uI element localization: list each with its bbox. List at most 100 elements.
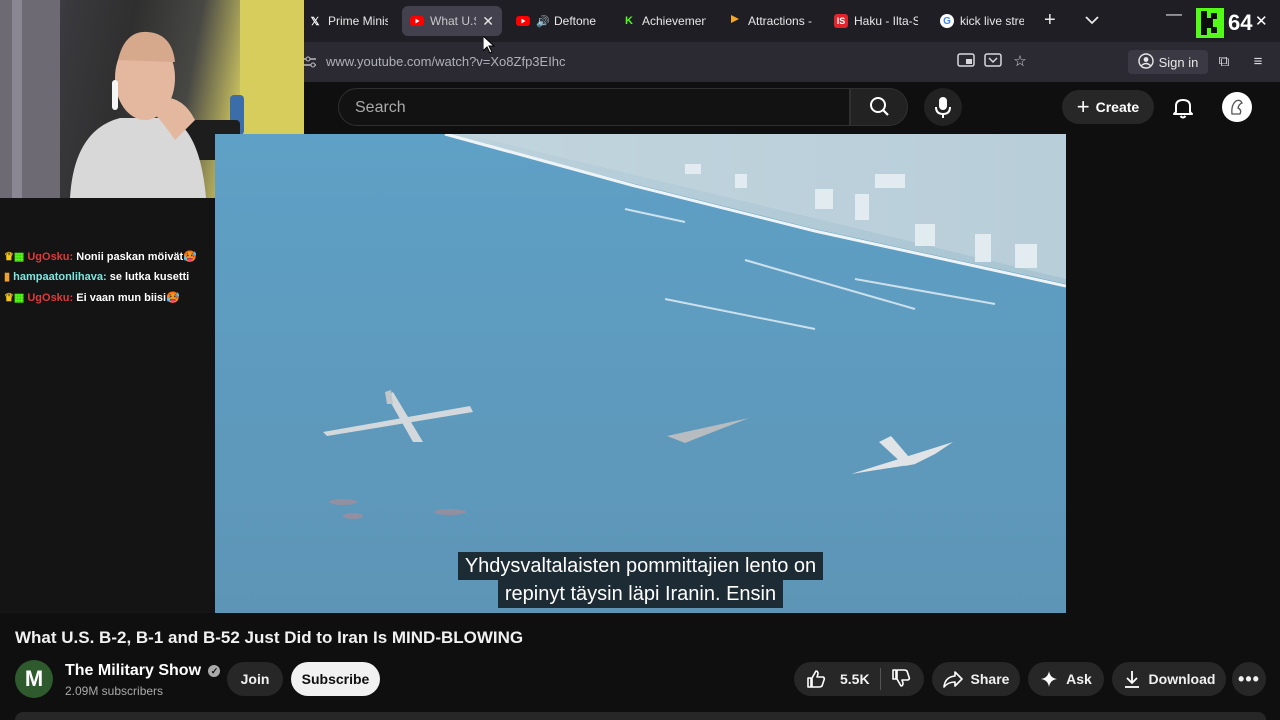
bookmark-star-icon[interactable]: ☆ — [1010, 52, 1030, 72]
tab-youtube-active[interactable]: What U.S ✕ — [402, 6, 502, 36]
join-button[interactable]: Join — [227, 662, 283, 696]
chat-message: ♛▦ UgOsku: Nonii paskan möivät🥵 — [4, 250, 197, 263]
mouse-cursor-icon — [482, 34, 496, 59]
like-button[interactable]: 5.5K — [806, 669, 870, 689]
crown-badge-icon: ♛ — [4, 251, 14, 263]
tab-title: Attractions - — [748, 14, 812, 28]
kick-badge-icon: ▦ — [13, 292, 25, 304]
stream-chat-overlay: ♛▦ UgOsku: Nonii paskan möivät🥵 ▮ hampaa… — [0, 198, 215, 613]
download-button[interactable]: Download — [1112, 662, 1226, 696]
tab-prime-minister[interactable]: 𝕏 Prime Minist — [300, 6, 396, 36]
more-actions-button[interactable]: ••• — [1232, 662, 1266, 696]
description-box[interactable] — [15, 712, 1266, 720]
channel-name-text[interactable]: The Military Show — [65, 662, 201, 679]
tab-title: kick live stre — [960, 14, 1024, 28]
chat-text: Ei vaan mun biisi — [76, 292, 167, 304]
like-dislike-group: 5.5K — [794, 662, 924, 696]
chevron-down-icon[interactable] — [1084, 12, 1100, 30]
create-label: Create — [1095, 99, 1140, 115]
youtube-icon — [516, 14, 530, 28]
divider — [879, 668, 881, 690]
x-icon: 𝕏 — [310, 15, 320, 28]
tab-ilta-sanomat[interactable]: IS Haku - Ilta-S — [826, 6, 926, 36]
picture-in-picture-icon[interactable] — [956, 52, 976, 72]
account-icon — [1137, 52, 1154, 72]
share-icon — [942, 671, 963, 688]
chat-text: se lutka kusetti — [109, 271, 190, 283]
video-player[interactable]: Yhdysvaltalaisten pommittajien lento on … — [215, 134, 1066, 613]
subtitle-line-2: repinyt täysin läpi Iranin. Ensin — [497, 580, 784, 608]
create-button[interactable]: + Create — [1062, 90, 1154, 124]
kick-viewer-count: 64 — [1228, 10, 1253, 35]
subscriber-count: 2.09M subscribers — [65, 684, 164, 698]
tab-title: What U.S — [430, 14, 477, 28]
share-label: Share — [970, 671, 1010, 687]
search-input[interactable] — [343, 89, 837, 127]
google-icon: G — [940, 14, 954, 28]
flag-icon — [728, 14, 742, 28]
notifications-bell-icon[interactable] — [1170, 94, 1196, 120]
join-label: Join — [240, 671, 270, 687]
ask-button[interactable]: Ask — [1028, 662, 1104, 696]
ask-label: Ask — [1066, 671, 1092, 687]
subtitle-line-1: Yhdysvaltalaisten pommittajien lento on — [457, 552, 824, 580]
tab-title: Prime Minist — [328, 14, 388, 28]
channel-avatar[interactable]: M — [15, 660, 53, 698]
new-tab-icon[interactable]: + — [1044, 9, 1056, 32]
tab-deftones[interactable]: 🔊 Deftone — [508, 6, 608, 36]
emoji-icon: 🥵 — [166, 292, 180, 304]
tab-attractions[interactable]: Attractions - — [720, 6, 820, 36]
crown-badge-icon: ♛ — [4, 292, 14, 304]
emoji-icon: 🥵 — [183, 251, 197, 263]
sign-in-label: Sign in — [1158, 54, 1199, 70]
like-count: 5.5K — [840, 671, 870, 687]
url-bar: www.youtube.com/watch?v=Xo8Zfp3EIhc ☆ Si… — [304, 42, 1280, 82]
dislike-button[interactable] — [891, 668, 919, 691]
thumbs-up-icon — [807, 670, 826, 688]
download-icon — [1124, 671, 1139, 688]
menu-icon[interactable]: ≡ — [1248, 52, 1268, 72]
search-icon — [870, 97, 889, 116]
kick-icon: K — [625, 15, 633, 27]
avatar-icon — [1231, 99, 1243, 115]
url-text[interactable]: www.youtube.com/watch?v=Xo8Zfp3EIhc — [326, 54, 566, 69]
video-subtitles: Yhdysvaltalaisten pommittajien lento on … — [445, 552, 836, 608]
save-to-pocket-icon[interactable] — [983, 52, 1003, 72]
kick-badge-icon: ▦ — [13, 251, 25, 263]
speaker-icon[interactable]: 🔊 — [536, 14, 550, 28]
download-label: Download — [1148, 671, 1216, 687]
search-box — [338, 88, 850, 127]
extensions-icon[interactable]: ⧉ — [1214, 52, 1234, 72]
sparkle-icon — [1041, 671, 1058, 687]
video-frame-bombers-over-coast — [215, 134, 1066, 613]
share-button[interactable]: Share — [932, 662, 1020, 696]
close-tab-icon[interactable]: ✕ — [482, 13, 494, 30]
voice-search-button[interactable] — [924, 88, 962, 126]
thumbs-down-icon — [891, 668, 910, 687]
chat-text: Nonii paskan möivät — [76, 251, 184, 263]
more-horizontal-icon: ••• — [1238, 669, 1260, 689]
chat-username: UgOsku: — [27, 251, 74, 263]
tab-title: Achievement — [642, 14, 706, 28]
subscribe-button[interactable]: Subscribe — [291, 662, 380, 696]
youtube-icon — [410, 14, 424, 28]
tab-google-kick[interactable]: G kick live stre — [932, 6, 1032, 36]
user-avatar[interactable] — [1222, 92, 1252, 122]
close-window-icon[interactable]: ✕ — [1255, 12, 1268, 30]
verified-check-icon: ✓ — [208, 664, 221, 677]
chat-message: ▮ hampaatonlihava: se lutka kusetti — [4, 270, 189, 283]
sign-in-button[interactable]: Sign in — [1128, 50, 1208, 74]
chat-message: ♛▦ UgOsku: Ei vaan mun biisi🥵 — [4, 291, 180, 304]
minimize-icon[interactable]: — — [1166, 6, 1182, 24]
chat-username: UgOsku: — [27, 292, 74, 304]
tab-achievements[interactable]: K Achievement — [614, 6, 714, 36]
subscribe-label: Subscribe — [301, 671, 370, 687]
channel-name[interactable]: The Military Show ✓ — [65, 662, 221, 680]
tab-title: Haku - Ilta-S — [854, 14, 918, 28]
tab-title: Deftone — [554, 14, 597, 28]
kick-logo-icon — [1196, 8, 1224, 38]
video-title: What U.S. B-2, B-1 and B-52 Just Did to … — [15, 628, 524, 647]
site-settings-icon[interactable] — [304, 55, 318, 69]
search-button[interactable] — [850, 88, 908, 126]
chat-username: hampaatonlihava: — [13, 271, 107, 283]
